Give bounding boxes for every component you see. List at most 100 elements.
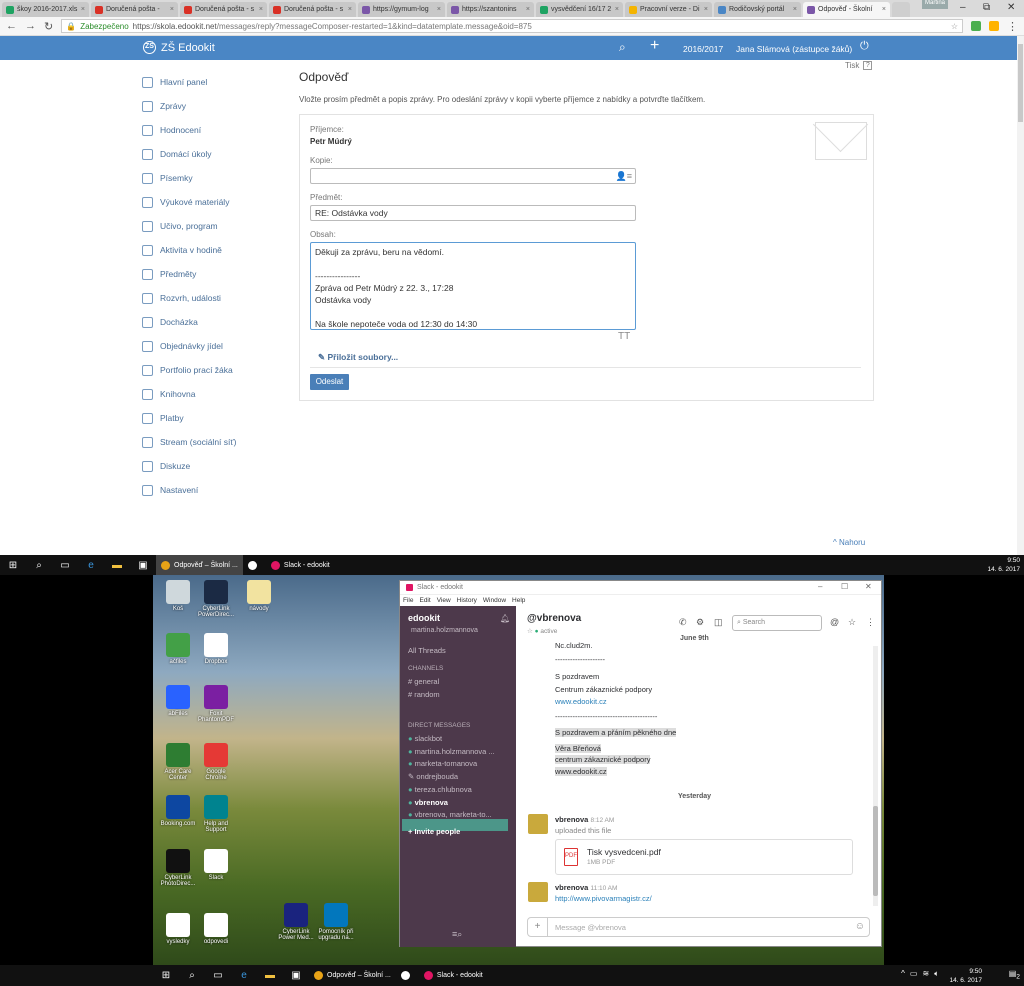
dm-item[interactable]: ● marketa-tomanova	[408, 759, 477, 768]
search-icon[interactable]: ⌕	[179, 970, 205, 981]
sidebar-item[interactable]: Výukové materiály	[142, 190, 292, 214]
task-view-icon[interactable]: ▭	[52, 560, 78, 571]
back-icon[interactable]: ←	[6, 20, 17, 32]
dm-item[interactable]: ● vbrenova	[408, 798, 448, 807]
sidebar-item[interactable]: Předměty	[142, 262, 292, 286]
channel-item[interactable]: # general	[408, 677, 439, 686]
sidebar-item[interactable]: Nastavení	[142, 478, 292, 502]
desktop-icon[interactable]: Help and Support	[197, 795, 235, 833]
store-icon[interactable]: ▣	[283, 970, 309, 981]
mention-icon[interactable]: @	[830, 617, 839, 627]
sidebar-item[interactable]: Objednávky jídel	[142, 334, 292, 358]
close-tab-icon[interactable]: ×	[437, 6, 441, 13]
avatar[interactable]	[528, 882, 548, 902]
taskbar-clock[interactable]: 9:50 14. 6. 2017	[949, 967, 982, 985]
explorer-icon[interactable]: ▬	[104, 560, 130, 571]
message-sender[interactable]: vbrenova 8:12 AM	[555, 815, 614, 824]
browser-tab[interactable]: Doručená pošta - s ×	[180, 2, 267, 17]
dm-item[interactable]: ✎ ondrejbouda	[408, 772, 458, 781]
sidebar-item[interactable]: Portfolio prací žáka	[142, 358, 292, 382]
notification-icon[interactable]: ▤2	[1009, 969, 1020, 981]
text-size-icon[interactable]: TT	[618, 331, 630, 342]
sidebar-item[interactable]: Platby	[142, 406, 292, 430]
sidebar-item[interactable]: Domácí úkoly	[142, 142, 292, 166]
browser-tab[interactable]: Doručená pošta - s ×	[269, 2, 356, 17]
scrollbar-thumb[interactable]	[1018, 44, 1023, 122]
close-tab-icon[interactable]: ×	[704, 6, 708, 13]
close-icon[interactable]: ✕	[1007, 2, 1015, 13]
windows-start-icon[interactable]: ⊞	[153, 970, 179, 981]
call-icon[interactable]: ✆	[679, 617, 687, 628]
all-threads[interactable]: All Threads	[408, 646, 446, 655]
browser-tab[interactable]: Pracovní verze - Di ×	[625, 2, 712, 17]
invite-people[interactable]: + Invite people	[408, 827, 460, 836]
team-name[interactable]: edookit	[408, 613, 440, 623]
sidebar-item[interactable]: Diskuze	[142, 454, 292, 478]
browser-tab[interactable]: škoy 2016-2017.xls ×	[2, 2, 89, 17]
search-icon[interactable]: ⌕	[26, 560, 52, 571]
close-tab-icon[interactable]: ×	[793, 6, 797, 13]
minimize-icon[interactable]: –	[818, 582, 822, 591]
contact-picker-icon[interactable]: 👤≡	[616, 171, 632, 182]
sidebar-item[interactable]: Učivo, program	[142, 214, 292, 238]
desktop-icon[interactable]: Foxit PhantomPDF	[197, 685, 235, 723]
print-link[interactable]: Tisk ?	[845, 61, 873, 70]
filter-icon[interactable]: ≡⌕	[452, 929, 462, 940]
desktop-icon[interactable]: abFiles	[159, 685, 197, 717]
reload-icon[interactable]: ↻	[44, 20, 53, 33]
browser-tab[interactable]: Doručená pošta - ×	[91, 2, 178, 17]
maximize-icon[interactable]: ☐	[841, 582, 848, 591]
sidebar-item[interactable]: Aktivita v hodině	[142, 238, 292, 262]
taskbar-app[interactable]	[396, 966, 419, 986]
channels-header[interactable]: CHANNELS	[408, 665, 443, 672]
close-tab-icon[interactable]: ×	[81, 6, 85, 13]
desktop-icon[interactable]: Pomocník při upgradu na...	[317, 903, 355, 941]
add-icon[interactable]: +	[650, 37, 659, 55]
close-icon[interactable]: ✕	[865, 582, 872, 591]
desktop-icon[interactable]: vysledky	[159, 913, 197, 945]
slack-menu-item[interactable]: View	[437, 597, 451, 604]
sidebar-item[interactable]: Písemky	[142, 166, 292, 190]
desktop-icon[interactable]: Google Chrome	[197, 743, 235, 781]
logout-icon[interactable]: ⏻	[860, 40, 869, 53]
sidebar-item[interactable]: Stream (sociální síť)	[142, 430, 292, 454]
slack-menu-item[interactable]: Window	[483, 597, 506, 604]
subject-input[interactable]: RE: Odstávka vody	[310, 205, 636, 221]
browser-tab[interactable]: vysvědčení 16/17 2 ×	[536, 2, 623, 17]
desktop-icon[interactable]: CyberLink Power Med...	[277, 903, 315, 941]
desktop-icon[interactable]: CyberLink PhotoDirec...	[159, 849, 197, 887]
desktop-icon[interactable]: odpovedi	[197, 913, 235, 945]
close-tab-icon[interactable]: ×	[348, 6, 352, 13]
slack-scrollbar[interactable]	[873, 646, 878, 906]
message-line[interactable]: www.edookit.cz	[555, 697, 607, 706]
browser-tab[interactable]: Odpověď - Školní ×	[803, 2, 890, 17]
wifi-icon[interactable]: ≋	[922, 969, 929, 979]
close-tab-icon[interactable]: ×	[615, 6, 619, 13]
avatar[interactable]	[528, 814, 548, 834]
page-scrollbar[interactable]	[1017, 36, 1024, 555]
desktop-icon[interactable]: Dropbox	[197, 633, 235, 665]
browser-tab[interactable]: https://gymum-log ×	[358, 2, 445, 17]
close-tab-icon[interactable]: ×	[526, 6, 530, 13]
desktop-icon[interactable]: Slack	[197, 849, 235, 881]
new-tab-button[interactable]	[892, 2, 910, 17]
menu-icon[interactable]: ⋮	[1007, 20, 1018, 33]
browser-tab[interactable]: Rodičovský portál ×	[714, 2, 801, 17]
send-button[interactable]: Odeslat	[310, 374, 349, 390]
gear-icon[interactable]: ⚙	[696, 617, 704, 628]
bookmark-star-icon[interactable]: ☆	[951, 22, 958, 31]
forward-icon[interactable]: →	[25, 20, 36, 32]
sidebar-item[interactable]: Rozvrh, události	[142, 286, 292, 310]
edge-icon[interactable]: e	[78, 560, 104, 571]
explorer-icon[interactable]: ▬	[257, 970, 283, 981]
panel-icon[interactable]: ◫	[714, 617, 723, 628]
slack-menu-item[interactable]: History	[457, 597, 477, 604]
slack-menu-item[interactable]: File	[403, 597, 413, 604]
edge-icon[interactable]: e	[231, 970, 257, 981]
message-link[interactable]: http://www.pivovarmagistr.cz/	[555, 894, 652, 903]
channel-item[interactable]: # random	[408, 690, 440, 699]
maximize-icon[interactable]: ⧉	[983, 2, 990, 13]
message-sender[interactable]: vbrenova 11:10 AM	[555, 883, 617, 892]
taskbar-app[interactable]: Slack - edookit	[266, 555, 335, 575]
scrollbar-thumb[interactable]	[873, 806, 878, 896]
